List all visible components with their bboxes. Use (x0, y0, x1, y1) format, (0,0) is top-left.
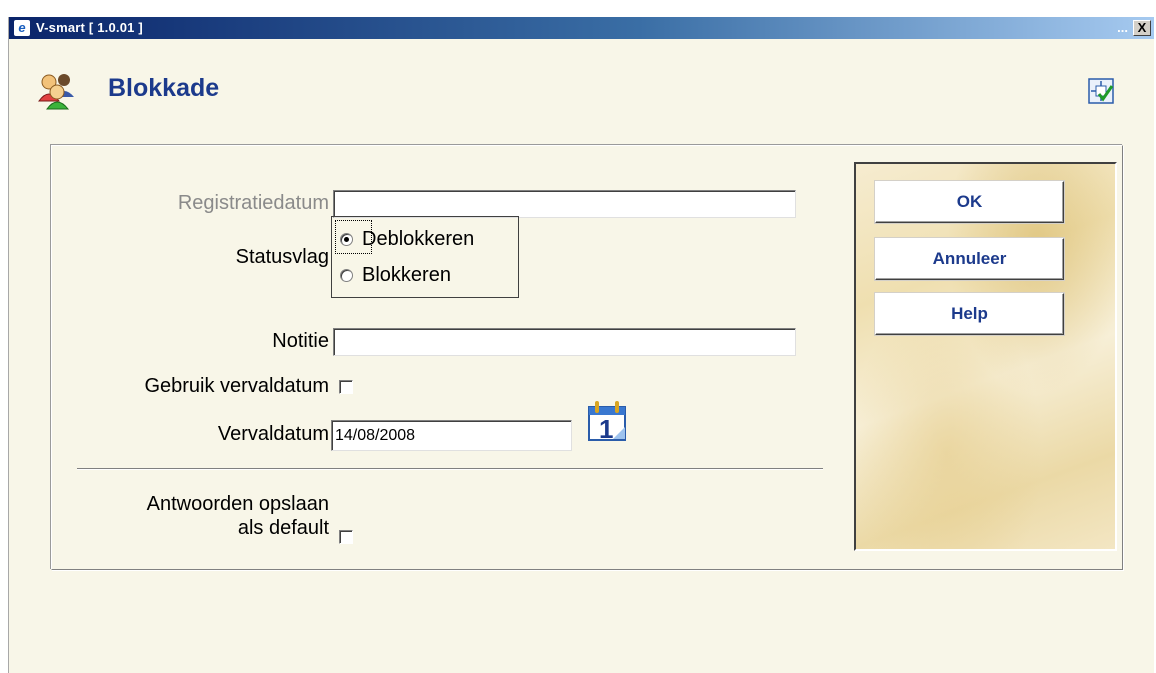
radio-blokkeren[interactable]: Blokkeren (340, 264, 451, 287)
gebruik-vervaldatum-label: Gebruik vervaldatum (144, 375, 329, 397)
help-button[interactable]: Help (875, 293, 1064, 335)
statusvlag-label: Statusvlag (235, 246, 329, 268)
antwoorden-label-line2: als default (237, 517, 329, 539)
divider (77, 468, 823, 470)
app-window: e V-smart [ 1.0.01 ] ... X Blokkade Regi… (8, 17, 1154, 673)
antwoorden-default-label: Antwoorden opslaan als default (147, 492, 329, 540)
title-bar[interactable]: e V-smart [ 1.0.01 ] ... X (9, 17, 1154, 39)
registratiedatum-field[interactable] (333, 190, 796, 218)
window-title: V-smart [ 1.0.01 ] (36, 20, 143, 35)
button-panel: OK Annuleer Help (854, 162, 1117, 551)
vervaldatum-label: Vervaldatum (217, 423, 329, 445)
close-button[interactable]: X (1133, 20, 1151, 36)
calendar-icon[interactable]: 1 (585, 399, 629, 443)
form-panel: Registratiedatum Statusvlag Deblokkeren … (51, 145, 1123, 570)
users-icon (38, 74, 74, 110)
notitie-field[interactable] (333, 328, 796, 356)
page-title: Blokkade (108, 74, 220, 102)
radio-button[interactable] (340, 233, 353, 246)
statusvlag-radio-group: Deblokkeren Blokkeren (331, 216, 519, 298)
antwoorden-label-line1: Antwoorden opslaan (146, 493, 329, 515)
app-icon: e (14, 20, 30, 36)
radio-label: Blokkeren (362, 264, 451, 286)
minimize-indicator[interactable]: ... (1117, 20, 1128, 35)
layout-check-icon[interactable] (1088, 78, 1114, 104)
notitie-label: Notitie (272, 330, 329, 352)
antwoorden-default-checkbox[interactable] (339, 530, 353, 544)
radio-label: Deblokkeren (362, 228, 475, 250)
registratiedatum-label: Registratiedatum (177, 192, 329, 214)
annuleer-button[interactable]: Annuleer (875, 238, 1064, 280)
radio-deblokkeren[interactable]: Deblokkeren (340, 228, 474, 251)
ok-button[interactable]: OK (875, 181, 1064, 223)
calendar-day-text: 1 (599, 414, 613, 443)
radio-button[interactable] (340, 269, 353, 282)
vervaldatum-field[interactable]: 14/08/2008 (331, 420, 572, 451)
gebruik-vervaldatum-checkbox[interactable] (339, 380, 353, 394)
